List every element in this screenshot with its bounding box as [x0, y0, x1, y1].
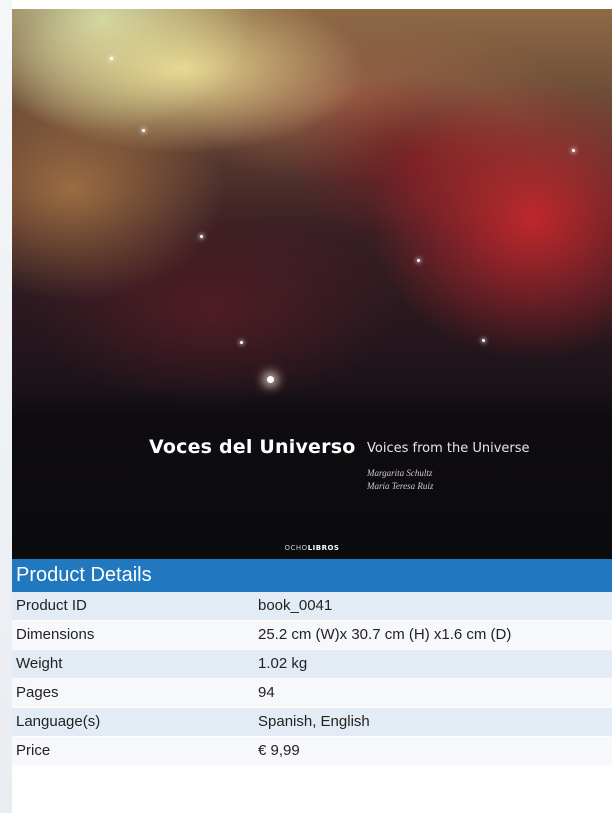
row-label: Product ID	[16, 597, 87, 614]
book-author: María Teresa Ruiz	[367, 481, 434, 491]
row-label: Weight	[16, 655, 63, 672]
bright-star-icon	[267, 376, 274, 383]
table-row: Language(s) Spanish, English	[12, 708, 612, 737]
star-icon	[482, 339, 485, 342]
book-subtitle: Voices from the Universe	[367, 441, 530, 456]
star-icon	[240, 341, 243, 344]
row-value: Spanish, English	[258, 713, 370, 730]
book-author: Margarita Schultz	[367, 468, 433, 478]
cover-title-band	[12, 389, 612, 559]
star-icon	[417, 259, 420, 262]
row-label: Dimensions	[16, 626, 95, 643]
star-icon	[200, 235, 203, 238]
table-row: Price € 9,99	[12, 737, 612, 766]
star-icon	[572, 149, 575, 152]
page-margin	[0, 0, 12, 813]
product-details-table: Product Details Product ID book_0041 Dim…	[12, 559, 612, 766]
star-icon	[110, 57, 113, 60]
row-value: € 9,99	[258, 742, 300, 759]
row-label: Language(s)	[16, 713, 101, 730]
table-row: Weight 1.02 kg	[12, 650, 612, 679]
publisher-logo: OCHOLIBROS	[284, 544, 340, 552]
product-details-header: Product Details	[12, 559, 612, 592]
star-icon	[142, 129, 145, 132]
table-row: Pages 94	[12, 679, 612, 708]
book-cover-image: Voces del Universo Voices from the Unive…	[12, 9, 612, 559]
row-value: 1.02 kg	[258, 655, 308, 672]
table-row: Dimensions 25.2 cm (W)x 30.7 cm (H) x1.6…	[12, 621, 612, 650]
row-label: Pages	[16, 684, 59, 701]
row-value: book_0041	[258, 597, 333, 614]
row-label: Price	[16, 742, 51, 759]
row-value: 94	[258, 684, 275, 701]
row-value: 25.2 cm (W)x 30.7 cm (H) x1.6 cm (D)	[258, 626, 512, 643]
table-row: Product ID book_0041	[12, 592, 612, 621]
book-title: Voces del Universo	[149, 436, 356, 458]
